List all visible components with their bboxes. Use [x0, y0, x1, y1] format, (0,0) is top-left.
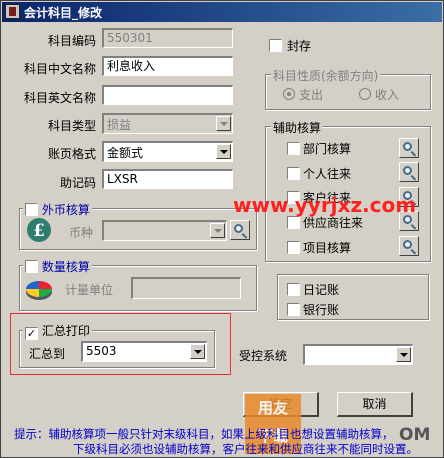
unit-label: 计量单位	[65, 283, 114, 297]
debit-label: 支出	[299, 88, 324, 102]
search-icon	[403, 142, 412, 151]
aux-project-checkbox[interactable]	[287, 241, 300, 254]
aux-dept-search-button[interactable]	[399, 138, 419, 158]
summary-checkbox[interactable]: ✓	[25, 327, 38, 340]
watermark-stamp-top: 用友	[257, 399, 288, 417]
app-icon	[5, 4, 20, 19]
aux-project-search-button[interactable]	[399, 236, 419, 256]
currency-select[interactable]	[102, 220, 227, 241]
search-icon	[403, 166, 412, 175]
aux-dept-label: 部门核算	[303, 142, 352, 156]
cancel-button[interactable]: 取消	[337, 392, 413, 417]
code-label: 科目编码	[47, 34, 96, 48]
journal-label: 日记账	[303, 283, 340, 297]
foreign-currency-checkbox[interactable]	[25, 203, 38, 216]
aux-person-label: 个人往来	[303, 167, 352, 181]
credit-radio[interactable]	[359, 88, 371, 100]
aux-title: 辅助核算	[271, 119, 324, 136]
type-select-value: 损益	[107, 118, 132, 132]
search-icon	[234, 224, 243, 233]
control-system-label: 受控系统	[239, 349, 288, 363]
bank-label: 银行账	[303, 303, 340, 317]
cn-name-field[interactable]: 利息收入	[102, 56, 233, 76]
summary-title: 汇总打印	[41, 324, 90, 338]
currency-label: 币种	[69, 226, 94, 240]
format-dropdown-icon[interactable]	[216, 144, 231, 159]
foreign-currency-title: 外币核算	[41, 203, 90, 217]
journal-checkbox[interactable]	[287, 283, 300, 296]
control-system-dropdown-icon[interactable]	[396, 347, 411, 362]
mnemonic-label: 助记码	[59, 176, 96, 190]
nature-title: 科目性质(余额方向)	[271, 67, 381, 84]
hint-line-2: 下级科目必须也设辅助核算，客户往来和供应商往来不能同时设置。	[73, 442, 418, 456]
cn-name-label: 科目中文名称	[23, 62, 96, 76]
summary-title-wrap: ✓ 汇总打印	[23, 322, 92, 340]
search-icon	[403, 240, 412, 249]
aux-supplier-checkbox[interactable]	[287, 216, 300, 229]
currency-search-button[interactable]	[230, 220, 250, 240]
pie-chart-icon	[26, 281, 52, 300]
format-select-value: 金额式	[107, 146, 144, 160]
window-title: 会计科目_修改	[24, 6, 103, 20]
credit-label: 收入	[375, 88, 400, 102]
aux-dept-checkbox[interactable]	[287, 142, 300, 155]
mnemonic-field[interactable]: LXSR	[102, 169, 233, 189]
foreign-currency-title-wrap: 外币核算	[23, 201, 92, 218]
summary-to-select[interactable]: 5503	[81, 341, 207, 362]
summary-to-value: 5503	[86, 344, 117, 358]
summary-to-label: 汇总到	[29, 347, 66, 361]
code-field[interactable]: 550301	[102, 28, 233, 48]
bank-checkbox[interactable]	[287, 303, 300, 316]
account-edit-dialog: 会计科目_修改 科目编码 550301 科目中文名称 利息收入 科目英文名称 科…	[0, 0, 444, 458]
title-bar: 会计科目_修改	[2, 2, 442, 22]
currency-dropdown-icon[interactable]	[210, 223, 225, 238]
quantity-title-wrap: 数量核算	[23, 258, 92, 275]
quantity-title: 数量核算	[41, 260, 90, 274]
format-label: 账页格式	[47, 147, 96, 161]
watermark-url: www.yyrjxz.com	[233, 193, 417, 217]
en-name-field[interactable]	[102, 85, 233, 105]
seal-checkbox[interactable]	[269, 39, 282, 52]
unit-field[interactable]	[131, 277, 241, 299]
debit-radio[interactable]	[283, 88, 295, 100]
en-name-label: 科目英文名称	[23, 91, 96, 105]
type-dropdown-icon[interactable]	[216, 116, 231, 131]
summary-to-dropdown-icon[interactable]	[190, 344, 205, 359]
aux-project-label: 项目核算	[303, 241, 352, 255]
pound-icon: £	[27, 218, 51, 242]
format-select[interactable]: 金额式	[102, 141, 233, 162]
quantity-checkbox[interactable]	[25, 260, 38, 273]
control-system-select[interactable]	[303, 344, 413, 365]
type-label: 科目类型	[47, 119, 96, 133]
aux-person-checkbox[interactable]	[287, 167, 300, 180]
seal-label: 封存	[287, 39, 312, 53]
type-select[interactable]: 损益	[102, 113, 233, 134]
hint-line-1: 提示：辅助核算项一般只针对末级科目，如果上级科目也想设置辅助核算，	[14, 427, 394, 441]
svg-text:£: £	[33, 221, 45, 241]
aux-person-search-button[interactable]	[399, 162, 419, 182]
